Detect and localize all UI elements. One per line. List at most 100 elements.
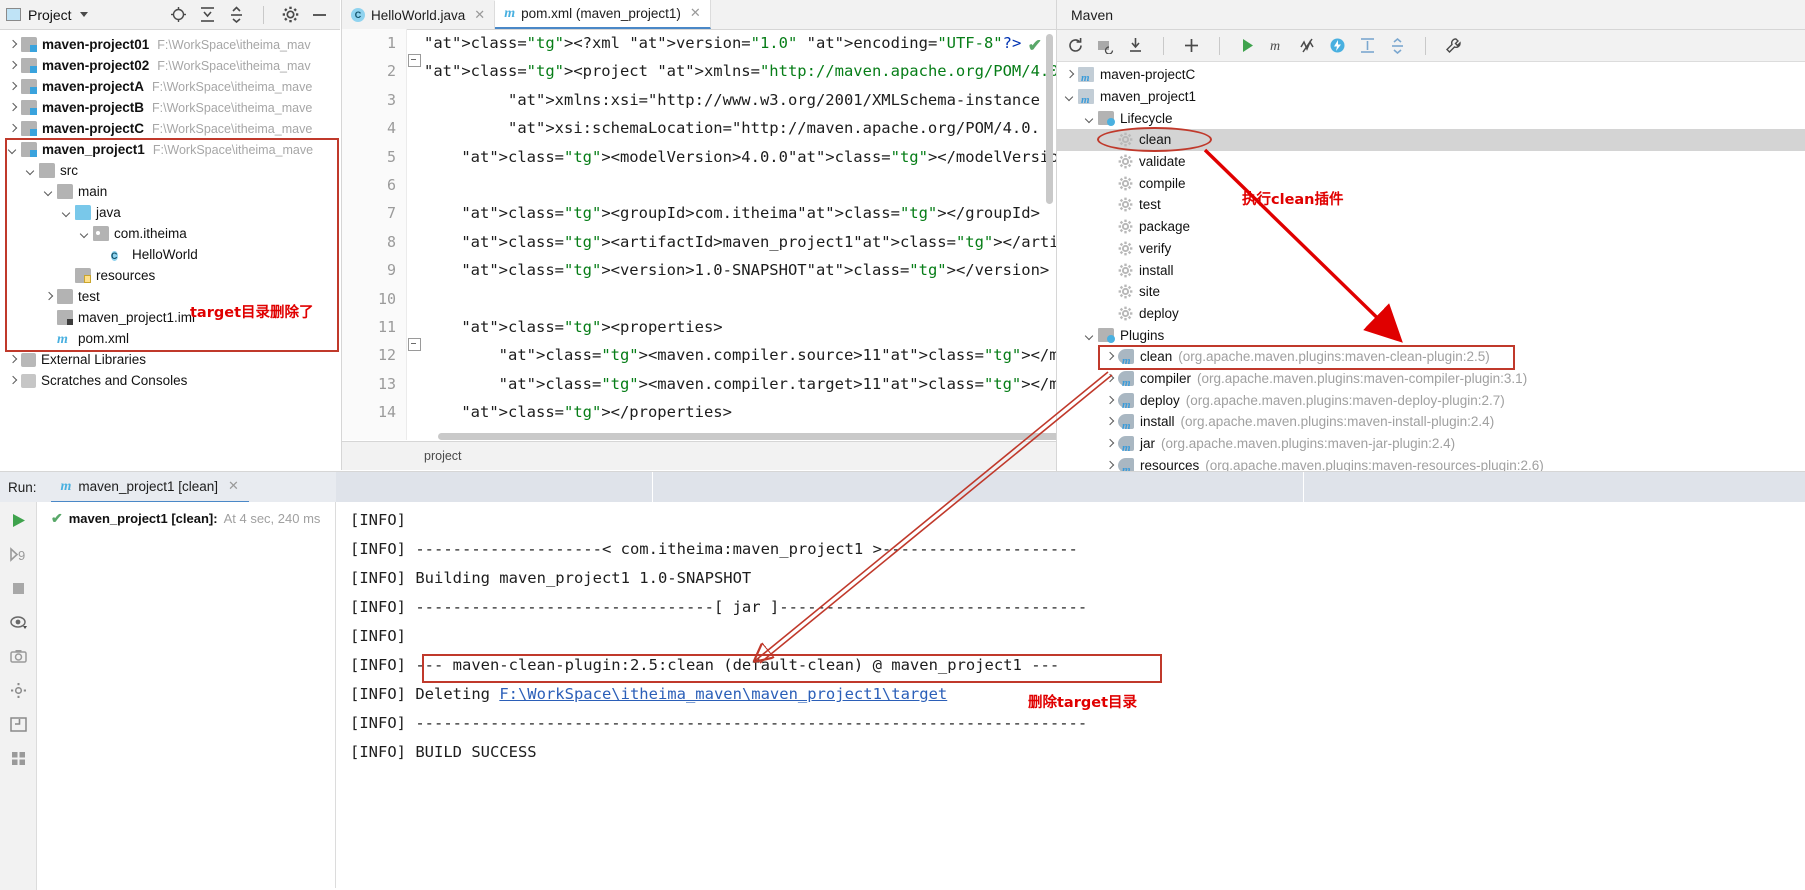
- chevron-down-icon[interactable]: [1083, 112, 1096, 125]
- chevron-down-icon[interactable]: [24, 164, 37, 177]
- maven-item-compile[interactable]: compile: [1057, 172, 1805, 194]
- tree-item-pom-xml[interactable]: mpom.xml: [0, 328, 340, 349]
- project-tree[interactable]: maven-project01F:\WorkSpace\itheima_mavm…: [0, 30, 340, 391]
- maven-item-package[interactable]: package: [1057, 216, 1805, 238]
- run-result-tree[interactable]: ✔ maven_project1 [clean]: At 4 sec, 240 …: [37, 502, 336, 888]
- chevron-down-icon[interactable]: [6, 143, 19, 156]
- rerun-icon[interactable]: [10, 512, 27, 529]
- tree-item-helloworld[interactable]: CHelloWorld: [0, 244, 340, 265]
- tree-item-com-itheima[interactable]: com.itheima: [0, 223, 340, 244]
- editor-horizontal-scrollbar[interactable]: [438, 433, 1088, 440]
- maven-item-maven-projectc[interactable]: maven-projectC: [1057, 64, 1805, 86]
- chevron-right-icon[interactable]: [6, 38, 19, 51]
- locate-icon[interactable]: [170, 6, 187, 23]
- chevron-right-icon[interactable]: [1103, 415, 1116, 428]
- chevron-down-icon[interactable]: [60, 206, 73, 219]
- editor-tab-helloworld-java[interactable]: CHelloWorld.java✕: [342, 1, 495, 29]
- download-sources-icon[interactable]: [1127, 37, 1144, 54]
- expand-icon[interactable]: [10, 716, 27, 733]
- maven-item-validate[interactable]: validate: [1057, 151, 1805, 173]
- tree-item-maven-project1[interactable]: maven_project1F:\WorkSpace\itheima_mave: [0, 139, 340, 160]
- chevron-right-icon[interactable]: [6, 374, 19, 387]
- close-icon[interactable]: ✕: [690, 5, 701, 21]
- grid-icon[interactable]: [10, 750, 27, 767]
- execute-goal-icon[interactable]: [1329, 37, 1346, 54]
- maven-item-install[interactable]: install(org.apache.maven.plugins:maven-i…: [1057, 411, 1805, 433]
- tree-item-external-libraries[interactable]: External Libraries: [0, 349, 340, 370]
- maven-item-install[interactable]: install: [1057, 259, 1805, 281]
- chevron-right-icon[interactable]: [6, 80, 19, 93]
- code-content[interactable]: "at">class="tg"><?xml "at">version="1.0"…: [424, 29, 1056, 440]
- chevron-down-icon[interactable]: [78, 227, 91, 240]
- tree-item-scratches[interactable]: Scratches and Consoles: [0, 370, 340, 391]
- toggle-auto-scroll-icon[interactable]: [10, 614, 27, 631]
- chevron-right-icon[interactable]: [6, 59, 19, 72]
- collapse-icon[interactable]: [1389, 37, 1406, 54]
- maven-item-deploy[interactable]: deploy(org.apache.maven.plugins:maven-de…: [1057, 389, 1805, 411]
- chevron-down-icon[interactable]: [80, 12, 88, 17]
- rerun-failed-icon[interactable]: 9: [10, 546, 27, 563]
- editor-vertical-scrollbar[interactable]: [1046, 34, 1053, 204]
- chevron-right-icon[interactable]: [1103, 437, 1116, 450]
- tree-item-src[interactable]: src: [0, 160, 340, 181]
- editor-tab-pom-xml[interactable]: mpom.xml (maven_project1)✕: [495, 0, 711, 29]
- maven-item-compiler[interactable]: compiler(org.apache.maven.plugins:maven-…: [1057, 368, 1805, 390]
- minimize-icon[interactable]: [311, 6, 328, 23]
- chevron-right-icon[interactable]: [1103, 394, 1116, 407]
- tree-item-main[interactable]: main: [0, 181, 340, 202]
- reload-icon[interactable]: [1067, 37, 1084, 54]
- run-tab-maven-project1-clean[interactable]: m maven_project1 [clean] ✕: [51, 472, 249, 503]
- export-icon[interactable]: [10, 648, 27, 665]
- chevron-right-icon[interactable]: [1063, 68, 1076, 81]
- maven-item-clean[interactable]: clean(org.apache.maven.plugins:maven-cle…: [1057, 346, 1805, 368]
- collapse-all-icon[interactable]: [228, 6, 245, 23]
- breadcrumb[interactable]: project: [342, 441, 1056, 470]
- settings-icon[interactable]: [10, 682, 27, 699]
- tree-item-java[interactable]: java: [0, 202, 340, 223]
- maven-item-plugins[interactable]: Plugins: [1057, 324, 1805, 346]
- chevron-right-icon[interactable]: [1103, 350, 1116, 363]
- plus-icon[interactable]: [1183, 37, 1200, 54]
- fold-marker[interactable]: [408, 54, 421, 67]
- expand-icon[interactable]: [1359, 37, 1376, 54]
- chevron-right-icon[interactable]: [6, 353, 19, 366]
- run-icon[interactable]: [1239, 37, 1256, 54]
- tree-item-resources[interactable]: resources: [0, 265, 340, 286]
- tree-item-maven-project01[interactable]: maven-project01F:\WorkSpace\itheima_mav: [0, 34, 340, 55]
- chevron-down-icon[interactable]: [1063, 90, 1076, 103]
- code-fold-column[interactable]: [406, 29, 424, 440]
- chevron-right-icon[interactable]: [6, 101, 19, 114]
- close-icon[interactable]: ✕: [474, 7, 485, 23]
- chevron-right-icon[interactable]: [1103, 459, 1116, 472]
- maven-item-maven-project1[interactable]: maven_project1: [1057, 86, 1805, 108]
- chevron-down-icon[interactable]: [42, 185, 55, 198]
- maven-item-test[interactable]: test: [1057, 194, 1805, 216]
- chevron-right-icon[interactable]: [1103, 372, 1116, 385]
- stop-icon[interactable]: [10, 580, 27, 597]
- chevron-right-icon[interactable]: [6, 122, 19, 135]
- tree-item-maven-projecta[interactable]: maven-projectAF:\WorkSpace\itheima_mave: [0, 76, 340, 97]
- settings-wrench-icon[interactable]: [1445, 37, 1462, 54]
- tree-item-maven-projectb[interactable]: maven-projectBF:\WorkSpace\itheima_mave: [0, 97, 340, 118]
- expand-all-icon[interactable]: [199, 6, 216, 23]
- chevron-right-icon[interactable]: [42, 290, 55, 303]
- close-icon[interactable]: ✕: [228, 478, 239, 494]
- maven-item-deploy[interactable]: deploy: [1057, 303, 1805, 325]
- run-result-row[interactable]: ✔ maven_project1 [clean]: At 4 sec, 240 …: [37, 510, 335, 527]
- gear-icon[interactable]: [282, 6, 299, 23]
- tree-item-maven-project02[interactable]: maven-project02F:\WorkSpace\itheima_mav: [0, 55, 340, 76]
- maven-item-lifecycle[interactable]: Lifecycle: [1057, 107, 1805, 129]
- maven-toolbar: m: [1057, 30, 1805, 62]
- tree-item-maven-projectc[interactable]: maven-projectCF:\WorkSpace\itheima_mave: [0, 118, 340, 139]
- maven-item-jar[interactable]: jar(org.apache.maven.plugins:maven-jar-p…: [1057, 433, 1805, 455]
- skip-tests-icon[interactable]: [1299, 37, 1316, 54]
- console-path-link[interactable]: F:\WorkSpace\itheima_maven\maven_project…: [499, 685, 947, 703]
- fold-marker[interactable]: [408, 338, 421, 351]
- maven-m-icon[interactable]: m: [1269, 37, 1286, 54]
- chevron-down-icon[interactable]: [1083, 329, 1096, 342]
- maven-item-verify[interactable]: verify: [1057, 238, 1805, 260]
- add-folder-icon[interactable]: [1097, 37, 1114, 54]
- maven-tree[interactable]: maven-projectCmaven_project1Lifecycle cle…: [1057, 62, 1805, 479]
- inspection-ok-icon[interactable]: ✔: [1028, 36, 1042, 56]
- maven-item-site[interactable]: site: [1057, 281, 1805, 303]
